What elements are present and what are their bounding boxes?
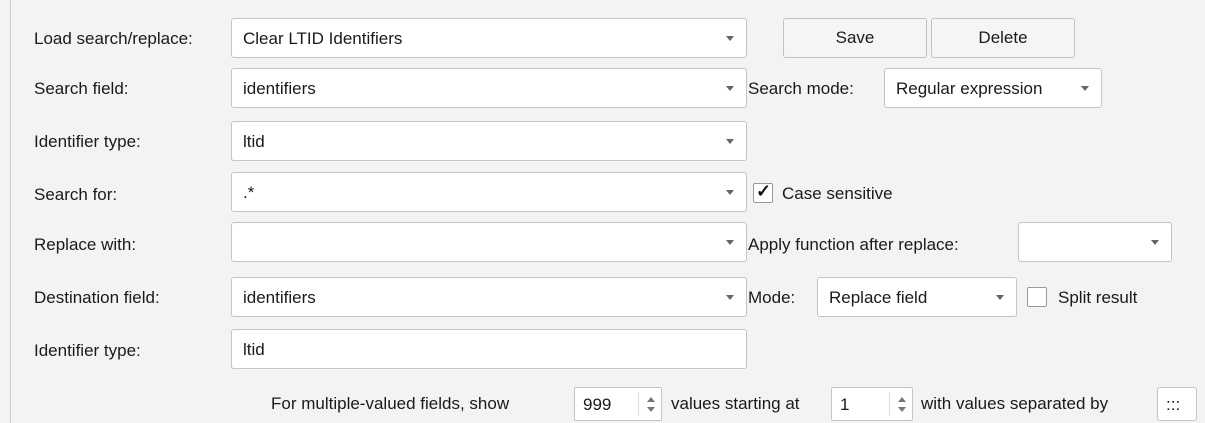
chevron-down-icon (996, 295, 1004, 300)
chevron-down-icon (726, 36, 734, 41)
search-mode-value: Regular expression (896, 79, 1043, 98)
chevron-down-icon (726, 139, 734, 144)
identifier-type-2-input[interactable]: ltid (231, 329, 747, 369)
chevron-down-icon (726, 86, 734, 91)
spin-down-icon[interactable] (647, 407, 655, 412)
start-at-spinbox[interactable]: 1 (831, 387, 913, 421)
checkmark-icon: ✓ (756, 181, 772, 201)
load-search-replace-combo[interactable]: Clear LTID Identifiers (231, 18, 747, 58)
search-for-value: .* (243, 183, 255, 202)
search-field-label: Search field: (34, 79, 129, 98)
separator-value: ::: (1166, 395, 1181, 414)
load-search-replace-value: Clear LTID Identifiers (243, 29, 403, 48)
search-mode-label: Search mode: (748, 79, 854, 98)
identifier-type-combo[interactable]: ltid (231, 121, 747, 161)
show-values-label: For multiple-valued fields, show (271, 394, 510, 413)
identifier-type-2-label: Identifier type: (34, 341, 141, 360)
apply-function-combo[interactable] (1018, 222, 1172, 262)
search-replace-panel: Load search/replace: Clear LTID Identifi… (10, 0, 1205, 423)
start-at-value: 1 (840, 395, 850, 414)
separator-input[interactable]: ::: (1157, 387, 1197, 421)
chevron-down-icon (1081, 86, 1089, 91)
chevron-down-icon (726, 295, 734, 300)
chevron-down-icon (1151, 240, 1159, 245)
values-starting-label: values starting at (671, 394, 800, 413)
search-mode-combo[interactable]: Regular expression (884, 68, 1102, 108)
destination-field-value: identifiers (243, 288, 316, 307)
search-for-combo[interactable]: .* (231, 172, 747, 212)
mode-combo[interactable]: Replace field (817, 277, 1017, 317)
spin-down-icon[interactable] (898, 407, 906, 412)
search-field-combo[interactable]: identifiers (231, 68, 747, 108)
identifier-type-label: Identifier type: (34, 132, 141, 151)
split-result-label: Split result (1058, 288, 1138, 307)
save-button[interactable]: Save (783, 18, 927, 58)
identifier-type-value: ltid (243, 132, 265, 151)
identifier-type-2-value: ltid (243, 340, 265, 359)
destination-field-combo[interactable]: identifiers (231, 277, 747, 317)
destination-field-label: Destination field: (34, 288, 160, 307)
load-search-replace-label: Load search/replace: (34, 29, 193, 48)
mode-value: Replace field (829, 288, 928, 307)
delete-button[interactable]: Delete (931, 18, 1075, 58)
apply-function-label: Apply function after replace: (748, 235, 959, 254)
case-sensitive-label: Case sensitive (782, 184, 893, 203)
split-result-checkbox[interactable] (1027, 287, 1047, 307)
replace-with-combo[interactable] (231, 222, 747, 262)
mode-label: Mode: (748, 288, 796, 307)
show-count-spinbox[interactable]: 999 (574, 387, 662, 421)
replace-with-label: Replace with: (34, 235, 137, 254)
search-field-value: identifiers (243, 79, 316, 98)
spin-up-icon[interactable] (898, 397, 906, 402)
chevron-down-icon (726, 190, 734, 195)
chevron-down-icon (726, 240, 734, 245)
show-count-value: 999 (583, 395, 612, 414)
separated-by-label: with values separated by (921, 394, 1109, 413)
spin-up-icon[interactable] (647, 397, 655, 402)
case-sensitive-checkbox[interactable]: ✓ (753, 181, 773, 203)
search-for-label: Search for: (34, 185, 118, 204)
